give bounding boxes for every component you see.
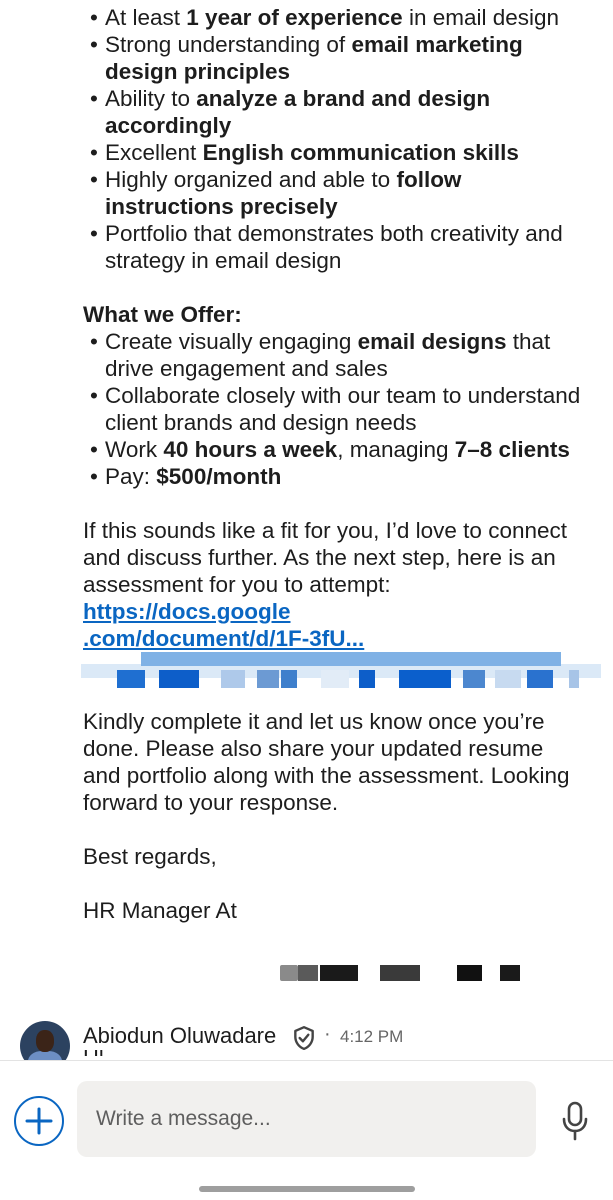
offers-list: Create visually engaging email designs t… [83,328,583,490]
assessment-link[interactable]: https://docs.google [83,599,291,624]
compose-bar [0,1060,613,1200]
add-attachment-button[interactable] [14,1096,64,1146]
message-input[interactable] [77,1081,536,1157]
home-indicator[interactable] [199,1186,415,1192]
sender-name[interactable]: Abiodun Oluwadare [83,1022,276,1050]
requirement-item: Excellent English communication skills [83,139,583,166]
offer-item: Work 40 hours a week, managing 7–8 clien… [83,436,583,463]
conversation-screen: At least 1 year of experience in email d… [0,0,613,1200]
message-timestamp: 4:12 PM [340,1027,404,1046]
offer-item: Collaborate closely with our team to und… [83,382,583,436]
plus-icon [25,1107,53,1135]
verified-shield-icon [294,1025,314,1051]
requirements-list: At least 1 year of experience in email d… [83,4,583,274]
next-message-peek: Hi [83,1050,143,1060]
requirement-item: Highly organized and able to follow inst… [83,166,583,220]
offer-heading: What we Offer: [83,302,242,327]
offer-item: Pay: $500/month [83,463,583,490]
requirement-item: At least 1 year of experience in email d… [83,4,583,31]
assessment-link-continued[interactable]: .com/document/d/1F-3fU... [83,625,583,652]
closing-paragraph: If this sounds like a fit for you, I’d l… [83,518,568,624]
requirement-item: Strong understanding of email marketing … [83,31,583,85]
offer-item: Create visually engaging email designs t… [83,328,583,382]
instructions-paragraph: Kindly complete it and let us know once … [83,709,570,815]
redacted-link-band [81,652,601,692]
requirement-item: Portfolio that demonstrates both creativ… [83,220,583,274]
separator-dot: · [324,1023,331,1045]
requirement-item: Ability to analyze a brand and design ac… [83,85,583,139]
microphone-icon[interactable] [561,1101,589,1141]
sign-off: Best regards, [83,844,217,869]
message-body: At least 1 year of experience in email d… [81,4,601,924]
signature: HR Manager At [83,898,237,923]
